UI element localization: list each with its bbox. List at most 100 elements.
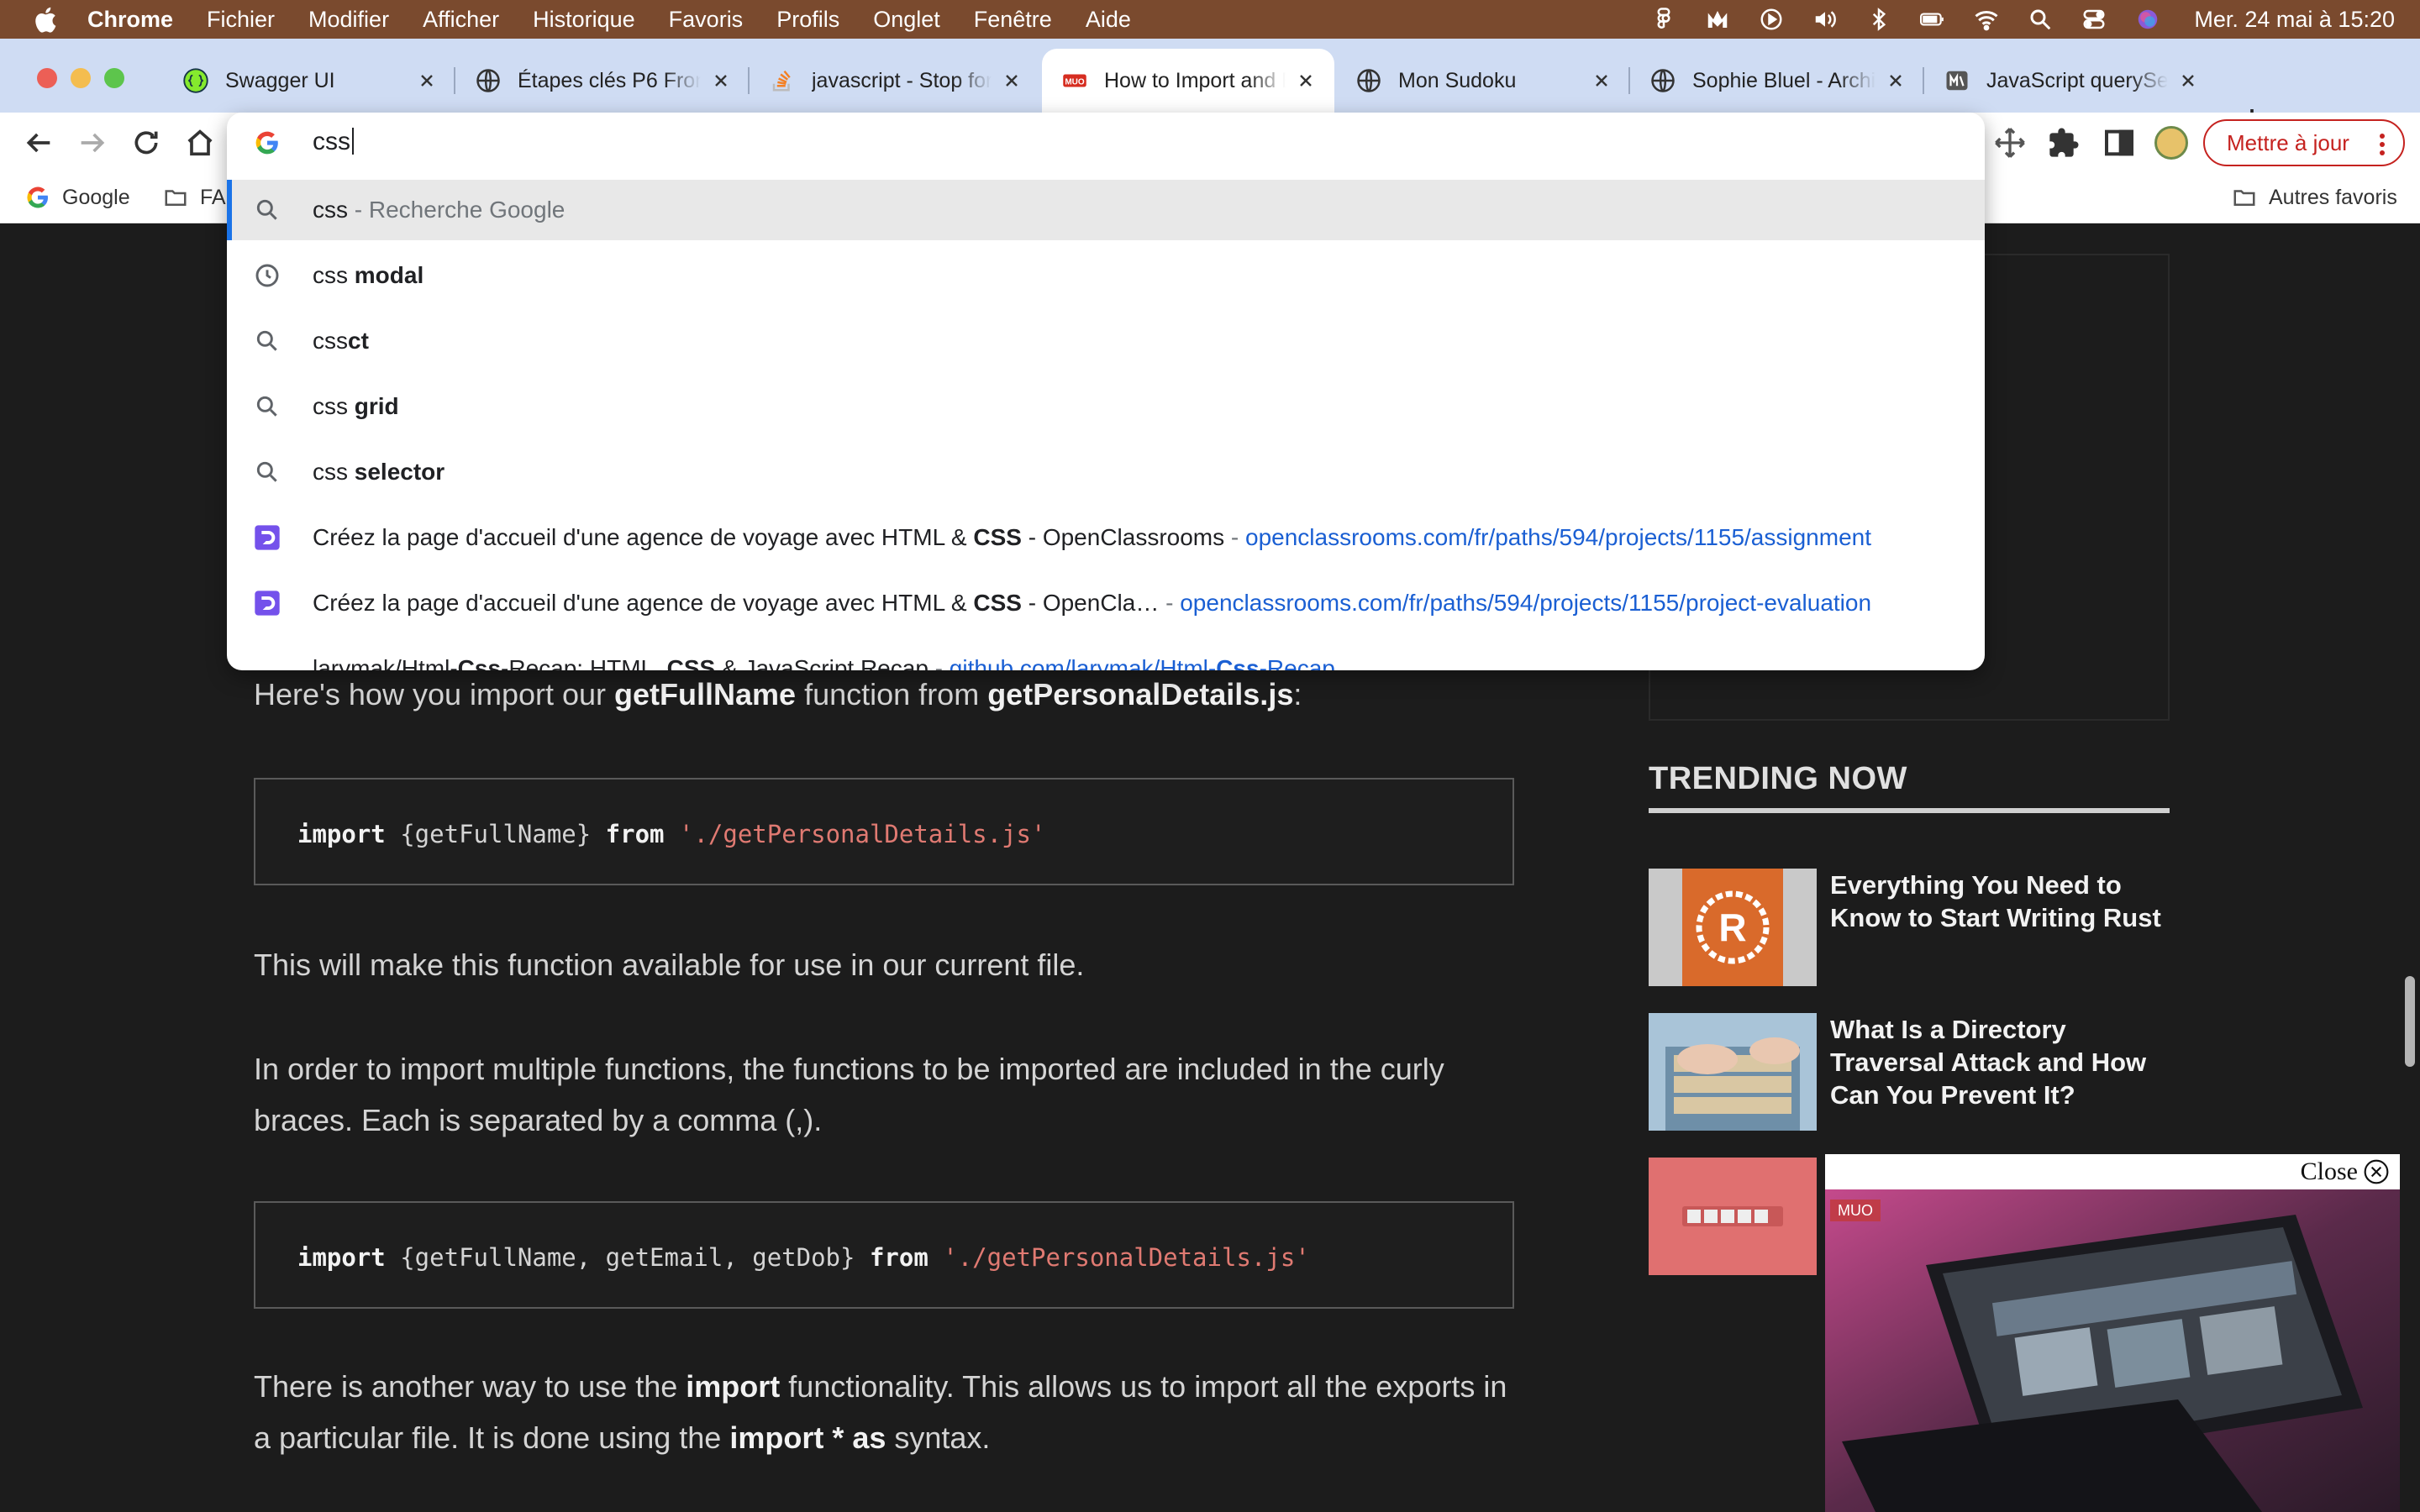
battery-icon[interactable] [1920,7,1945,32]
tab-queryselector[interactable]: JavaScript querySe [1924,49,2217,113]
search-icon [254,393,281,420]
omnibox-suggestion[interactable]: larymak/Html-Css-Recap: HTML, CSS & Java… [227,638,1985,670]
omnibox-dropdown: css css - Recherche Google css modal cssct… [227,113,1985,670]
apple-icon[interactable] [32,5,57,34]
omnibox-suggestion[interactable]: css selector [227,442,1985,502]
text-run: import * as [729,1420,886,1455]
text-run: Here's how you import our [254,677,615,711]
text-run: getFullName [614,677,797,711]
extensions-icon[interactable] [2047,126,2081,160]
close-icon[interactable] [1593,72,1610,89]
menu-fichier[interactable]: Fichier [207,7,275,33]
keyboard-thumbnail[interactable] [1649,1158,1817,1275]
omnibox-suggestion[interactable]: Créez la page d'accueil d'une agence de … [227,573,1985,633]
window-minimize-button[interactable] [71,68,91,88]
bluetooth-icon[interactable] [1866,7,1891,32]
globe-icon [476,69,500,92]
tab-mon-sudoku[interactable]: Mon Sudoku [1336,49,1630,113]
reload-icon[interactable] [129,126,163,160]
tab-swagger[interactable]: Swagger UI [163,49,455,113]
tab-title: Étapes clés P6 Front [518,68,701,92]
close-icon[interactable] [713,72,729,89]
tab-title: javascript - Stop for [812,68,992,92]
bookmark-google[interactable]: Google [25,185,130,210]
trending-item-title[interactable]: What Is a Directory Traversal Attack and… [1830,1013,2166,1111]
suggestion-text: larymak/Html-Css-Recap: HTML, CSS & Java… [313,655,1335,670]
code-line: import {getFullName, getEmail, getDob} f… [297,1243,1310,1272]
menubar-clock[interactable]: Mer. 24 mai à 15:20 [2194,7,2395,33]
window-close-button[interactable] [37,68,57,88]
wifi-icon[interactable] [1974,7,1999,32]
close-icon[interactable] [1887,72,1904,89]
close-icon[interactable] [1003,72,1020,89]
window-zoom-button[interactable] [104,68,124,88]
menu-favoris[interactable]: Favoris [669,7,744,33]
volume-icon[interactable] [1812,7,1838,32]
omnibox-input-row[interactable]: css [227,113,1985,173]
suggestion-text: cssct [313,328,369,354]
menu-fenetre[interactable]: Fenêtre [974,7,1052,33]
siri-icon[interactable] [2135,7,2160,32]
close-icon[interactable] [418,72,435,89]
omnibox-suggestion[interactable]: Créez la page d'accueil d'une agence de … [227,507,1985,568]
update-chrome-button[interactable]: Mettre à jour [2203,119,2405,166]
text-run: from [869,1243,929,1272]
tab-sophie-bluel[interactable]: Sophie Bluel - Archi [1630,49,1924,113]
video-close-button[interactable]: Close [2301,1158,2390,1186]
omnibox-suggestion[interactable]: cssct [227,311,1985,371]
text-run: larymak/Html- [313,655,458,670]
text-run: -Recap: HTML, [501,655,667,670]
page-scrollbar[interactable] [2400,223,2420,1512]
swagger-icon [183,68,208,93]
google-icon [27,186,48,208]
search-icon [254,328,281,354]
bookmark-folder-fa[interactable]: FA [163,185,226,210]
trending-item-title[interactable]: Everything You Need to Know to Start Wri… [1830,869,2166,934]
muo-icon: MUO [1063,74,1086,87]
text-run: CSS [973,524,1022,550]
text-run: import [297,820,386,848]
back-icon[interactable] [22,126,55,160]
page-scroll-thumb[interactable] [2405,976,2415,1067]
play-icon[interactable] [1759,7,1784,32]
menu-modifier[interactable]: Modifier [308,7,389,33]
video-frame[interactable]: MUO [1825,1189,2400,1512]
omnibox-suggestion[interactable]: css grid [227,376,1985,437]
malwarebytes-icon[interactable] [1705,7,1730,32]
forward-icon[interactable] [76,126,109,160]
control-center-icon[interactable] [2081,7,2107,32]
other-bookmarks-label: Autres favoris [2269,185,2397,209]
menu-app-name[interactable]: Chrome [87,7,173,33]
text-run: -Recap [1259,655,1335,670]
tab-title: How to Import and E [1104,68,1286,92]
trending-divider [1649,808,2170,813]
tab-javascript-stop[interactable]: javascript - Stop for [750,49,1040,113]
tab-how-to-import[interactable]: MUO How to Import and E [1042,49,1334,113]
menu-historique[interactable]: Historique [533,7,635,33]
text-run: css [313,262,355,288]
omnibox-suggestion[interactable]: css - Recherche Google [227,180,1985,240]
close-icon[interactable] [2180,72,2196,89]
menu-aide[interactable]: Aide [1086,7,1131,33]
omnibox-input[interactable]: css [313,128,354,156]
openclassrooms-icon [254,590,281,617]
menu-afficher[interactable]: Afficher [423,7,499,33]
home-icon[interactable] [183,126,217,160]
files-thumbnail[interactable] [1649,1013,1817,1131]
search-icon[interactable] [2028,7,2053,32]
side-panel-icon[interactable] [2102,126,2136,160]
other-bookmarks-folder[interactable]: Autres favoris [2232,185,2397,210]
text-run: import [297,1243,386,1272]
more-menu-icon[interactable] [2380,133,2385,156]
figma-icon[interactable] [1651,7,1676,32]
profile-avatar[interactable] [2154,126,2188,160]
text-run: modal [354,262,424,288]
menu-onglet[interactable]: Onglet [873,7,940,33]
text-run: Css [457,655,502,670]
close-icon[interactable] [1297,72,1314,89]
move-icon[interactable] [1993,126,2027,160]
tab-etapes-cles[interactable]: Étapes clés P6 Front [455,49,750,113]
omnibox-suggestion[interactable]: css modal [227,245,1985,306]
rust-thumbnail[interactable]: R [1649,869,1817,986]
menu-profils[interactable]: Profils [776,7,839,33]
